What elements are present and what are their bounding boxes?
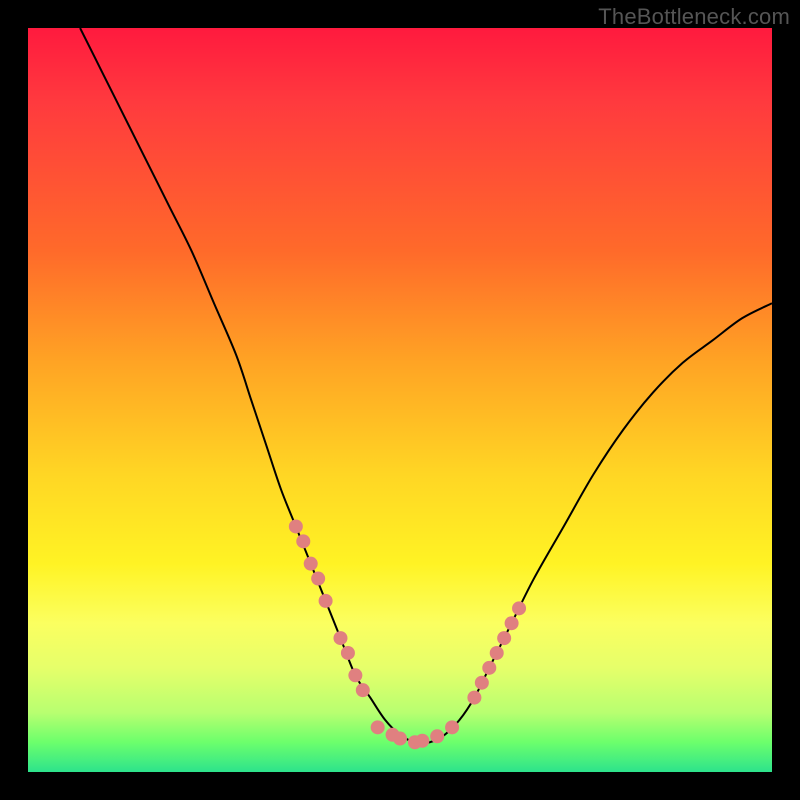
marker-dot: [512, 601, 526, 615]
watermark-label: TheBottleneck.com: [598, 4, 790, 30]
chart-svg: [28, 28, 772, 772]
marker-dot: [356, 683, 370, 697]
plot-area: [28, 28, 772, 772]
marker-dot: [505, 616, 519, 630]
marker-dot: [371, 720, 385, 734]
curve-bottleneck-curve: [80, 28, 772, 743]
marker-dot: [296, 534, 310, 548]
marker-dot: [304, 557, 318, 571]
marker-dot: [341, 646, 355, 660]
marker-dot: [445, 720, 459, 734]
chart-frame: TheBottleneck.com: [0, 0, 800, 800]
marker-dot: [393, 732, 407, 746]
marker-dot: [475, 676, 489, 690]
marker-dot: [467, 691, 481, 705]
marker-dot: [430, 729, 444, 743]
marker-dot: [497, 631, 511, 645]
marker-dot: [348, 668, 362, 682]
marker-dot: [482, 661, 496, 675]
marker-dot: [319, 594, 333, 608]
marker-dot: [311, 572, 325, 586]
marker-dot: [490, 646, 504, 660]
marker-dot: [289, 519, 303, 533]
marker-dot: [333, 631, 347, 645]
marker-dot: [415, 734, 429, 748]
